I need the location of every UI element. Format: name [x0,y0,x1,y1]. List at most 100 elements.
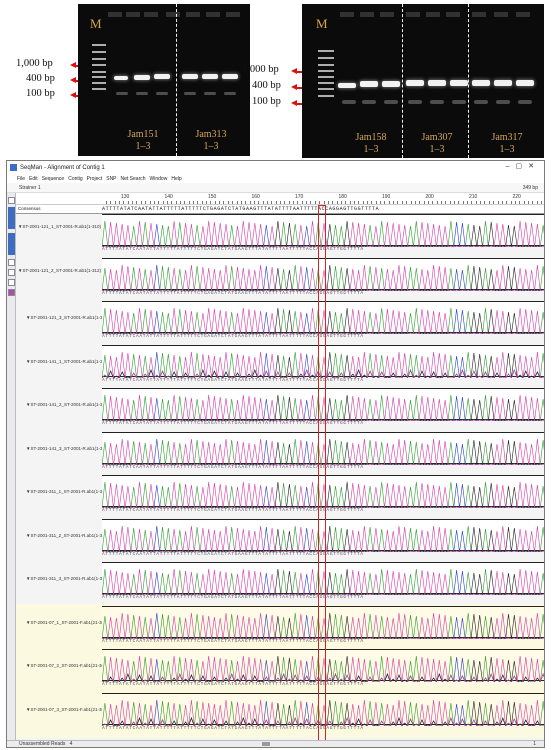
ruler-tick [510,201,512,204]
view-tab[interactable] [8,207,15,229]
status-left[interactable]: Unassembled Reads 4 [19,741,72,747]
title-bar: SeqMan - Alignment of Contig 1 –▢✕ [7,161,544,174]
ruler-tick [388,201,390,204]
ruler-tick [401,201,403,204]
ruler-label: 180 [338,194,347,200]
ruler-tick [210,201,212,204]
ruler-tick [327,201,329,204]
ruler-tick [132,201,134,204]
gel-image-right: 1,000 bp 400 bp 100 bp M Jam158 1–3 Jam3… [238,0,544,158]
trace-label[interactable]: ▼ST-2001-121_3_ST-2001-R.ab1(1-310) [26,315,109,320]
menu-window[interactable]: Window [150,176,168,182]
ruler-tick [110,201,112,204]
tool-button[interactable] [8,279,15,286]
ruler-tick [514,201,516,204]
status-right: 1 [533,741,536,747]
ruler-label: 150 [208,194,217,200]
ruler-tick [140,201,142,204]
ruler-tick [266,201,268,204]
trace-label[interactable]: ▼ST-2001-121_2_ST-2001-R.ab1(1-312) [18,268,101,273]
snp-highlight-box [318,205,326,742]
ruler-tick [123,201,125,204]
trace-label[interactable]: ▼ST-2001-141_1_ST-2001-R.ab1(1-312) [26,359,109,364]
ruler-tick [184,201,186,204]
consensus-label: Consensus [18,206,41,211]
menu-bar: File Edit Sequence Contig Project SNP Net Sear… [7,174,544,183]
ruler-tick [519,201,521,204]
ruler-tick [227,201,229,204]
ruler-tick [319,201,321,204]
trace-label[interactable]: ▼ST-2001-07_1_ST-2001-F.ab1(21-302) [26,620,108,625]
ruler-tick [301,201,303,204]
trace-label[interactable]: ▼ST-2001-311_2_ST-2001-R.ab1(1-306) [26,533,109,538]
ruler-tick [536,201,538,204]
trace-label[interactable]: ▼ST-2001-07_2_ST-2001-F.ab1(21-300) [26,663,108,668]
ruler-tick [527,201,529,204]
ruler-tick [427,201,429,204]
trace-row: ▼ST-2001-121_1_ST-2001-R.ab1(1-310) ATTTT… [16,214,544,258]
sample-jam151: Jam151 1–3 [127,129,159,152]
bp-label-400: 400 bp [252,80,281,91]
ruler-tick [145,201,147,204]
marker-label: M [316,16,328,31]
ruler-label: 220 [512,194,521,200]
ruler-tick [158,201,160,204]
ruler-tick [423,201,425,204]
trace-row: ▼ST-2001-141_1_ST-2001-R.ab1(1-312) ATTTT… [16,344,544,389]
trace-row: ▼ST-2001-121_3_ST-2001-R.ab1(1-310) ATTTT… [16,301,544,345]
ruler-tick [214,201,216,204]
ruler-tick [397,201,399,204]
menu-snp[interactable]: SNP [106,176,116,182]
ruler-tick [245,201,247,204]
trace-label[interactable]: ▼ST-2001-07_3_ST-2001-F.ab1(21-303) [26,707,108,712]
ruler-tick [449,201,451,204]
lane-divider [176,4,177,156]
ruler-tick [475,201,477,204]
tool-button[interactable] [8,197,15,204]
tool-button[interactable] [8,289,15,296]
ruler-tick [193,201,194,204]
menu-file[interactable]: File [17,176,25,182]
ruler-tick [284,201,286,204]
menu-edit[interactable]: Edit [29,176,38,182]
menu-contig[interactable]: Contig [68,176,82,182]
menu-help[interactable]: Help [171,176,181,182]
trace-label[interactable]: ▼ST-2001-141_2_ST-2001-R.ab1(1-304) [26,402,109,407]
ruler-tick [406,201,408,204]
ruler-tick [280,201,281,204]
trace-label[interactable]: ▼ST-2001-311_3_ST-2001-R.ab1(1-310) [26,576,109,581]
lane-divider [468,4,469,158]
ruler-tick [440,201,442,204]
view-tab[interactable] [8,233,15,255]
trace-row: ▼ST-2001-141_3_ST-2001-R.ab1(1-308) ATTTT… [16,431,544,476]
ruler-tick [332,201,334,204]
tool-button[interactable] [8,259,15,266]
scrollbar-thumb[interactable] [262,742,270,746]
trace-row: ▼ST-2001-311_2_ST-2001-R.ab1(1-306) ATTTT… [16,518,544,563]
ruler-tick [336,201,338,204]
ruler-label: 200 [425,194,434,200]
window-title: SeqMan - Alignment of Contig 1 [20,164,105,171]
window-controls[interactable]: –▢✕ [506,162,540,170]
trace-row: ▼ST-2001-07_1_ST-2001-F.ab1(21-302) ATTTT… [16,605,544,650]
contig-label[interactable]: Strainer 1 [19,185,41,191]
sample-jam158: Jam158 1–3 [355,132,387,155]
trace-row: ▼ST-2001-311_1_ST-2001-R.ab1(1-312) ATTTT… [16,475,544,519]
menu-sequence[interactable]: Sequence [42,176,65,182]
ruler-tick [358,201,360,204]
ruler-tick [179,201,181,204]
bp-label-1000: 1,000 bp [16,58,53,69]
trace-label[interactable]: ▼ST-2001-121_1_ST-2001-R.ab1(1-310) [18,224,101,229]
trace-label[interactable]: ▼ST-2001-311_1_ST-2001-R.ab1(1-312) [26,489,109,494]
ruler-label: 130 [121,194,130,200]
gel-right: M Jam158 1–3 Jam307 1–3 Jam317 1–3 [302,4,544,158]
ruler-tick [293,201,295,204]
tool-button[interactable] [8,269,15,276]
menu-project[interactable]: Project [87,176,103,182]
ruler-tick [340,201,342,204]
ruler-tick [462,201,464,204]
ruler-tick [353,201,355,204]
trace-label[interactable]: ▼ST-2001-141_3_ST-2001-R.ab1(1-308) [26,446,109,451]
menu-net-search[interactable]: Net Search [121,176,146,182]
ruler-tick [393,201,395,204]
